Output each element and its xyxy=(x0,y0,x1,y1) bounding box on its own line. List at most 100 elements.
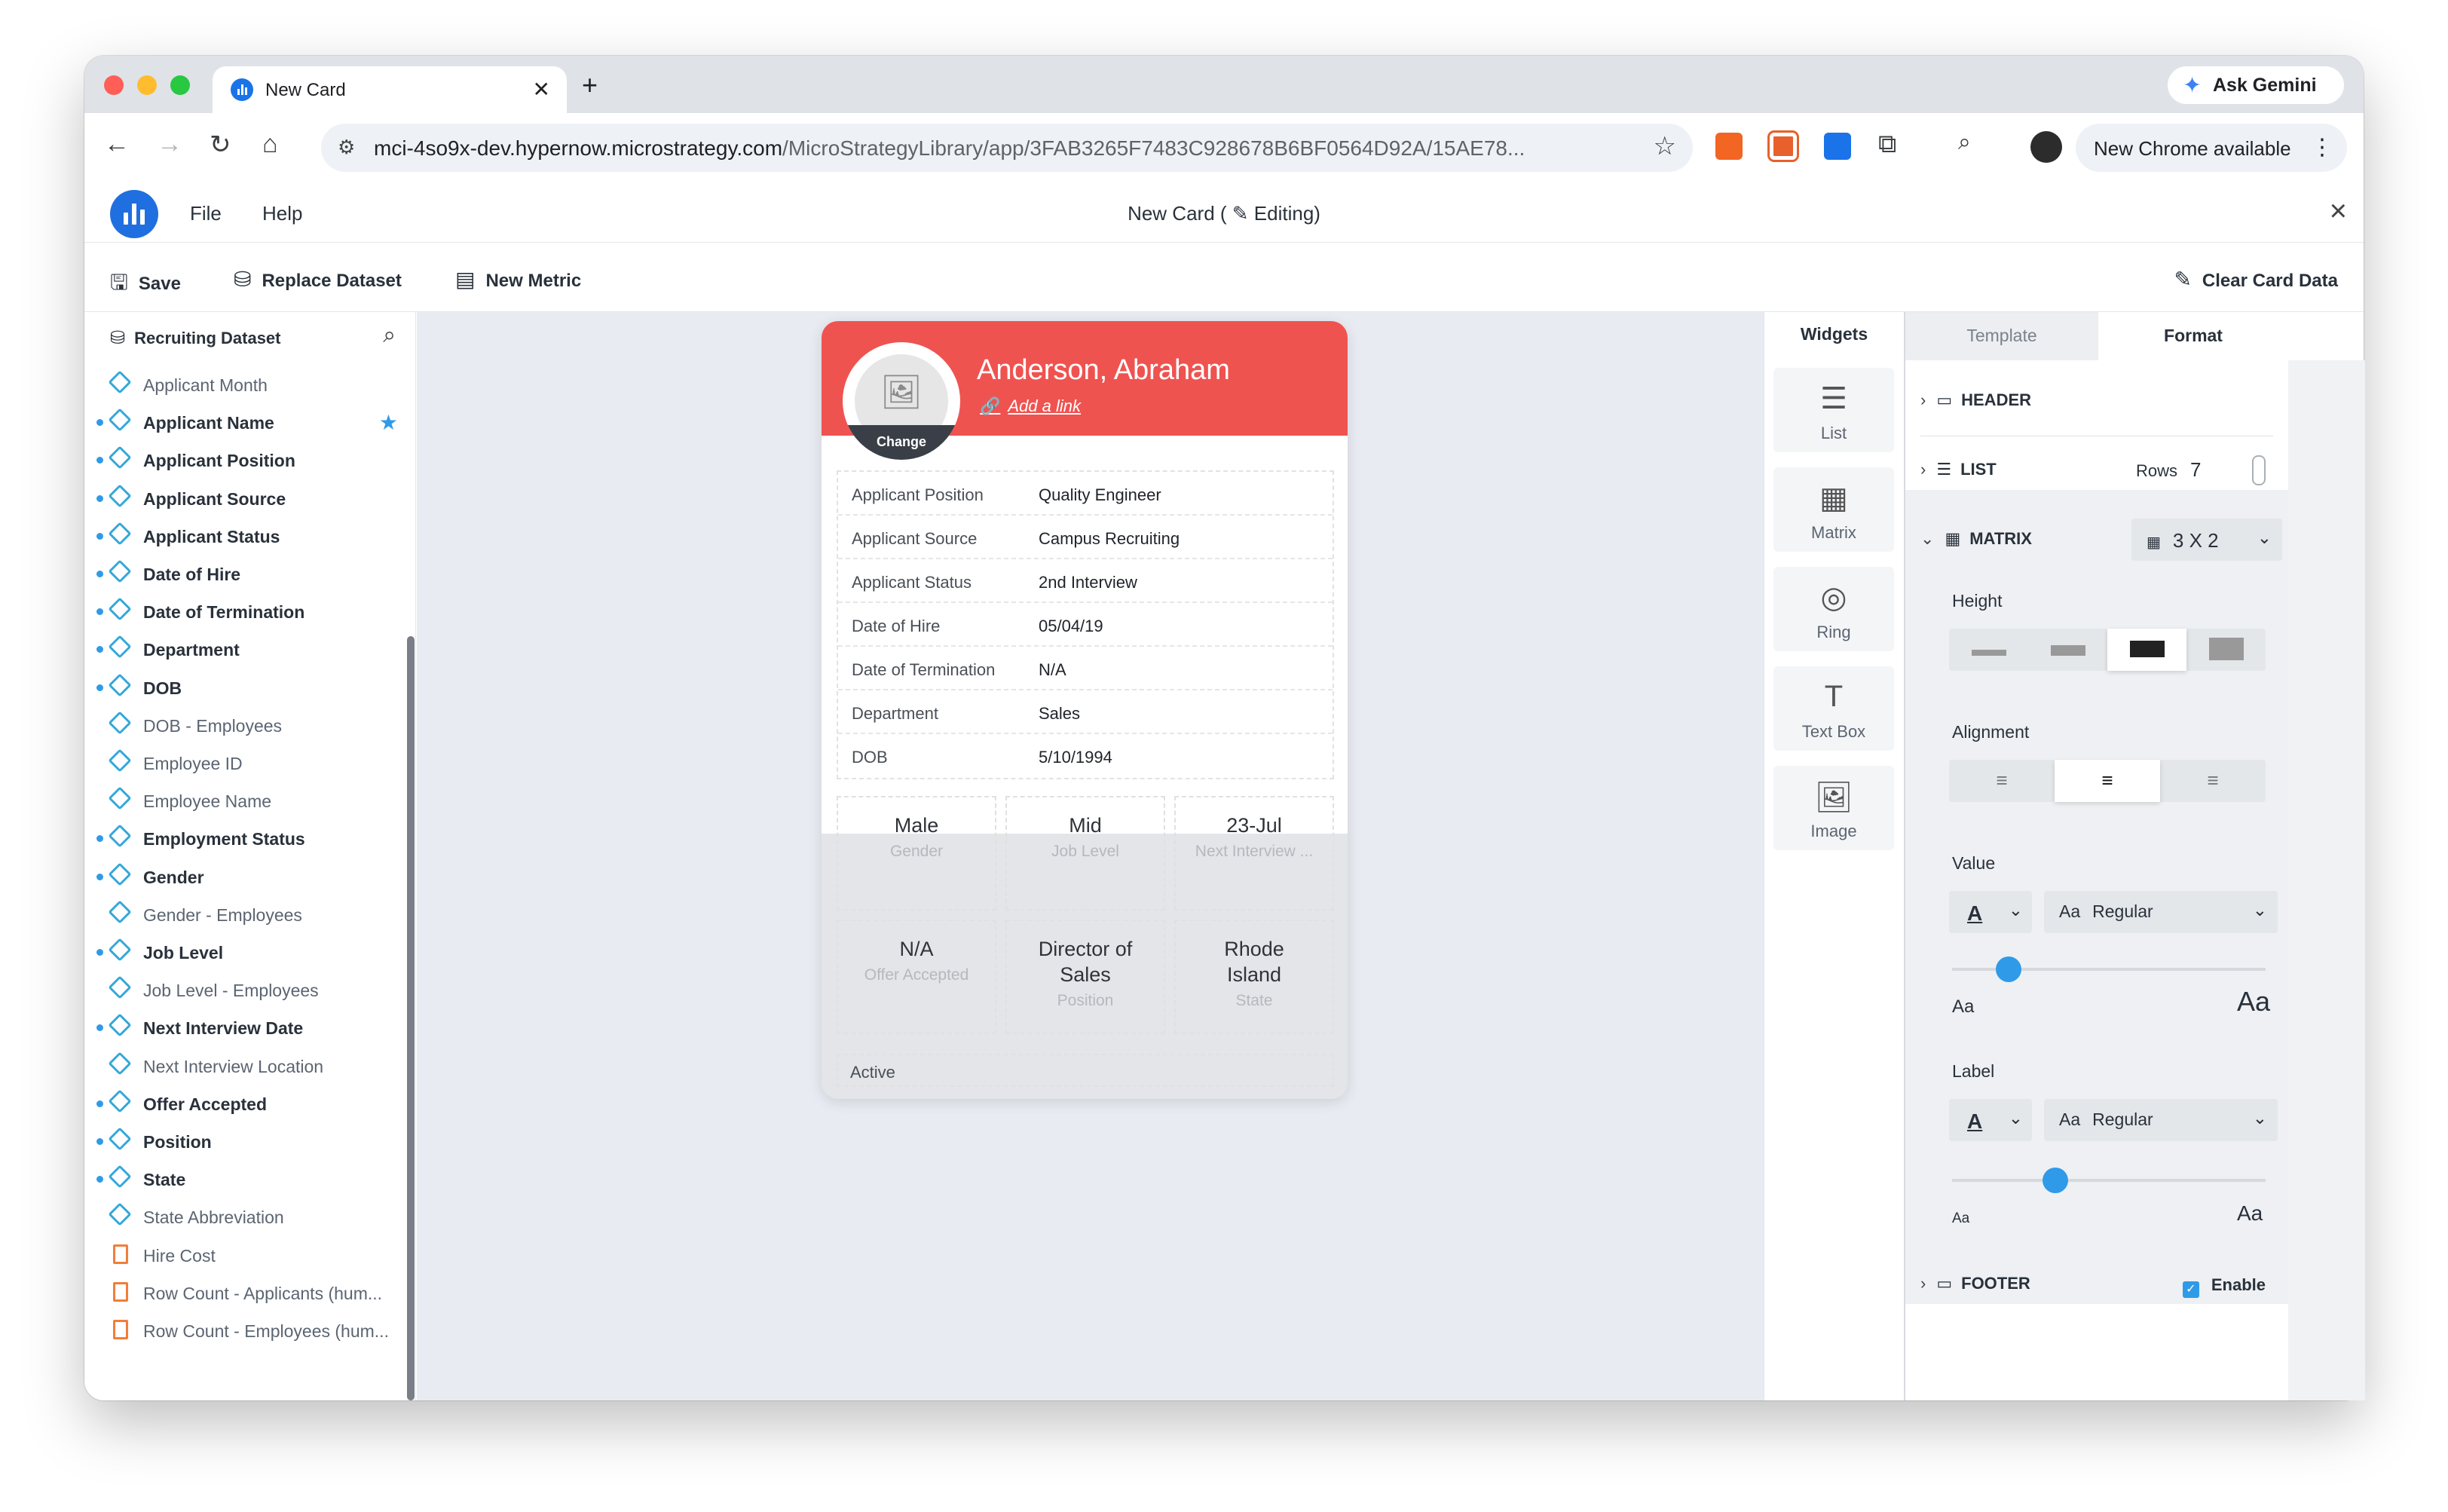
replace-dataset-button[interactable]: ⛁ Replace Dataset xyxy=(234,267,402,292)
site-settings-icon[interactable]: ⚙ xyxy=(338,136,355,159)
dataset-item[interactable]: Date of Termination xyxy=(84,592,401,629)
forward-arrow-icon[interactable]: → xyxy=(157,130,182,159)
matrix-cell[interactable]: Director of Sales Position xyxy=(1005,920,1165,1034)
close-editor-icon[interactable]: × xyxy=(2330,194,2347,228)
more-vertical-icon[interactable]: ⋮ xyxy=(2311,134,2333,161)
matrix-cell[interactable]: Male Gender xyxy=(837,796,996,911)
dataset-item[interactable]: DOB - Employees xyxy=(84,705,401,743)
bookmark-star-icon[interactable]: ☆ xyxy=(1654,131,1676,161)
dataset-item[interactable]: State Abbreviation xyxy=(84,1197,401,1235)
widget-matrix[interactable]: ▦ Matrix xyxy=(1773,467,1894,552)
new-metric-button[interactable]: ▤ New Metric xyxy=(455,267,581,292)
rows-value-input[interactable]: 7 xyxy=(2190,458,2201,482)
widget-list[interactable]: ☰ List xyxy=(1773,368,1894,452)
card-matrix[interactable]: Male Gender Mid Job Level 23-Jul Next Intervi… xyxy=(837,796,1334,1034)
header-section[interactable]: › ▭ HEADER xyxy=(1920,390,2031,410)
widget-text-box[interactable]: T Text Box xyxy=(1773,666,1894,751)
extension-s-icon[interactable] xyxy=(1715,133,1743,160)
card-name[interactable]: Anderson, Abraham xyxy=(977,354,1230,387)
dataset-item[interactable]: Offer Accepted xyxy=(84,1084,401,1122)
change-photo-button[interactable]: Change xyxy=(843,425,960,460)
url-text[interactable]: mci-4so9x-dev.hypernow.microstrategy.com… xyxy=(374,136,1525,161)
dataset-item[interactable]: Date of Hire xyxy=(84,554,401,592)
card-header[interactable]: 🖼 Change Anderson, Abraham 🔗 Add a link xyxy=(822,321,1348,460)
footer-enable-checkbox[interactable]: ✓ Enable xyxy=(2182,1275,2266,1298)
back-arrow-icon[interactable]: ← xyxy=(104,130,130,159)
close-window-button[interactable] xyxy=(104,75,124,95)
footer-section[interactable]: › ▭ FOOTER xyxy=(1920,1274,2030,1293)
dataset-item[interactable]: Applicant Position xyxy=(84,440,401,478)
dataset-item[interactable]: Gender - Employees xyxy=(84,895,401,932)
widget-image[interactable]: 🖼 Image xyxy=(1773,766,1894,850)
tab-template[interactable]: Template xyxy=(1905,312,2098,360)
align-right-icon[interactable]: ≡ xyxy=(2160,760,2266,802)
card-list-row[interactable]: Applicant Source Campus Recruiting xyxy=(838,516,1333,559)
search-icon[interactable]: ⌕ xyxy=(383,323,396,348)
reload-icon[interactable]: ↻ xyxy=(210,130,231,160)
tab-format[interactable]: Format xyxy=(2098,312,2288,360)
align-left-icon[interactable]: ≡ xyxy=(1949,760,2055,802)
extension-orange-icon[interactable] xyxy=(1767,130,1799,162)
card-footer[interactable]: Active xyxy=(837,1054,1334,1087)
favorite-star-icon[interactable]: ★ xyxy=(379,410,398,435)
minimize-window-button[interactable] xyxy=(137,75,157,95)
profile-avatar[interactable] xyxy=(2030,131,2062,163)
dataset-item[interactable]: Employee Name xyxy=(84,781,401,819)
card-list-row[interactable]: Department Sales xyxy=(838,690,1333,734)
new-tab-button[interactable]: + xyxy=(582,69,598,101)
height-small-option[interactable] xyxy=(1949,629,2028,671)
extensions-puzzle-icon[interactable]: ⧉ xyxy=(1878,130,1896,159)
dataset-item[interactable]: Applicant Name ★ xyxy=(84,402,401,440)
dataset-item[interactable]: Next Interview Date xyxy=(84,1008,401,1045)
dataset-item[interactable]: Row Count - Applicants (hum... xyxy=(84,1273,401,1311)
widget-ring[interactable]: ◎ Ring xyxy=(1773,567,1894,651)
close-tab-icon[interactable]: ✕ xyxy=(533,77,550,102)
matrix-cell[interactable]: N/A Offer Accepted xyxy=(837,920,996,1034)
employee-card[interactable]: 🖼 Change Anderson, Abraham 🔗 Add a link A… xyxy=(822,321,1348,1099)
matrix-size-dropdown[interactable]: ▦ 3 X 2 ⌄ xyxy=(2131,519,2282,561)
add-link-button[interactable]: 🔗 Add a link xyxy=(980,396,1081,416)
browser-tab[interactable]: New Card ✕ xyxy=(213,66,567,113)
dataset-item[interactable]: Applicant Source xyxy=(84,479,401,516)
rows-stepper[interactable] xyxy=(2252,455,2266,485)
dataset-item[interactable]: Employment Status xyxy=(84,819,401,856)
matrix-cell[interactable]: 23-Jul Next Interview ... xyxy=(1174,796,1334,911)
value-font-dropdown[interactable]: Aa Regular ⌄ xyxy=(2044,891,2278,933)
align-center-icon[interactable]: ≡ xyxy=(2055,760,2160,802)
dataset-item[interactable]: State xyxy=(84,1159,401,1197)
value-color-picker[interactable]: A ⌄ xyxy=(1949,891,2032,933)
height-xlarge-option[interactable] xyxy=(2186,629,2266,671)
new-chrome-available-button[interactable]: New Chrome available ⋮ xyxy=(2076,124,2347,172)
maximize-window-button[interactable] xyxy=(170,75,190,95)
address-bar[interactable]: ⚙ mci-4so9x-dev.hypernow.microstrategy.c… xyxy=(321,124,1693,172)
dataset-item[interactable]: Row Count - Employees (hum... xyxy=(84,1311,401,1348)
matrix-cell[interactable]: Rhode Island State xyxy=(1174,920,1334,1034)
label-color-picker[interactable]: A ⌄ xyxy=(1949,1099,2032,1141)
card-list-row[interactable]: Applicant Status 2nd Interview xyxy=(838,559,1333,603)
card-list-row[interactable]: Date of Hire 05/04/19 xyxy=(838,603,1333,647)
dataset-item[interactable]: Applicant Status xyxy=(84,516,401,554)
card-list-row[interactable]: Applicant Position Quality Engineer xyxy=(838,472,1333,516)
dataset-item[interactable]: Job Level xyxy=(84,932,401,970)
dataset-item[interactable]: Hire Cost xyxy=(84,1235,401,1273)
dataset-item[interactable]: Employee ID xyxy=(84,743,401,781)
dataset-item[interactable]: Gender xyxy=(84,857,401,895)
extension-blue-icon[interactable] xyxy=(1824,133,1851,160)
label-font-dropdown[interactable]: Aa Regular ⌄ xyxy=(2044,1099,2278,1141)
ask-gemini-button[interactable]: ✦ Ask Gemini xyxy=(2168,66,2344,104)
label-size-slider[interactable] xyxy=(1952,1168,2266,1193)
dataset-item[interactable]: Department xyxy=(84,629,401,667)
card-list-row[interactable]: DOB 5/10/1994 xyxy=(838,734,1333,778)
dataset-item[interactable]: Next Interview Location xyxy=(84,1046,401,1084)
dataset-scrollbar[interactable] xyxy=(407,636,415,1400)
clear-card-data-button[interactable]: ✎ Clear Card Data xyxy=(2174,267,2338,292)
height-large-option[interactable] xyxy=(2107,629,2186,671)
matrix-cell[interactable]: Mid Job Level xyxy=(1005,796,1165,911)
home-icon[interactable]: ⌂ xyxy=(262,130,278,159)
card-list[interactable]: Applicant Position Quality Engineer Applic… xyxy=(837,470,1334,779)
card-list-row[interactable]: Date of Termination N/A xyxy=(838,647,1333,690)
dataset-item[interactable]: DOB xyxy=(84,668,401,705)
height-medium-option[interactable] xyxy=(2028,629,2107,671)
value-size-slider[interactable] xyxy=(1952,956,2266,982)
card-photo[interactable]: 🖼 Change xyxy=(843,342,960,460)
